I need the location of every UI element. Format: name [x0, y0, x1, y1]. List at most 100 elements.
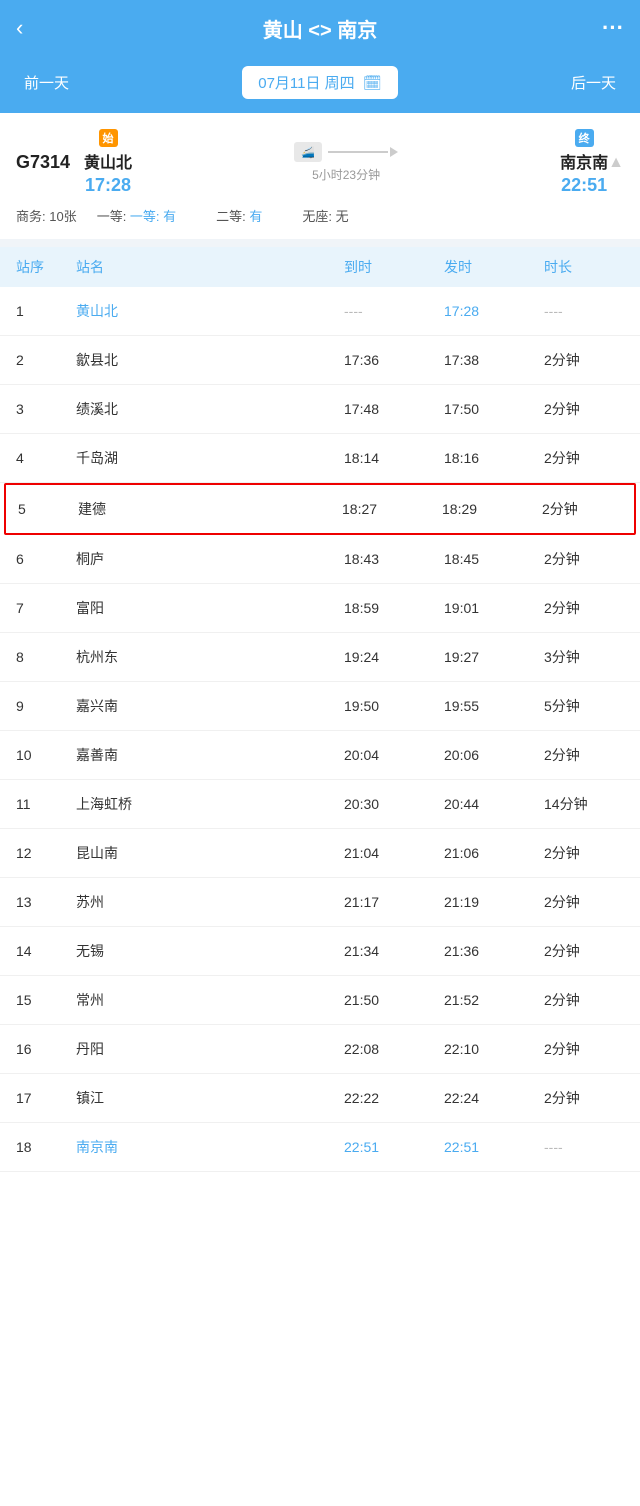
row-arrive: 17:48 — [344, 401, 444, 417]
row-seq: 17 — [16, 1090, 76, 1106]
row-arrive: 18:59 — [344, 600, 444, 616]
row-seq: 13 — [16, 894, 76, 910]
row-duration: 2分钟 — [544, 598, 624, 618]
row-duration: 2分钟 — [544, 448, 624, 468]
col-header-duration: 时长 — [544, 257, 624, 277]
train-icon: 🚄 — [294, 142, 322, 162]
table-row: 3 绩溪北 17:48 17:50 2分钟 — [0, 385, 640, 434]
table-row: 14 无锡 21:34 21:36 2分钟 — [0, 927, 640, 976]
row-duration: ---- — [544, 303, 624, 319]
prev-day-button[interactable]: 前一天 — [16, 68, 77, 97]
row-duration: ---- — [544, 1139, 624, 1155]
row-station-name: 昆山南 — [76, 843, 344, 863]
table-row: 15 常州 21:50 21:52 2分钟 — [0, 976, 640, 1025]
station-to: 终 南京南 22:51 — [560, 129, 608, 196]
row-station-name: 杭州东 — [76, 647, 344, 667]
row-seq: 8 — [16, 649, 76, 665]
table-header: 站序 站名 到时 发时 时长 — [0, 247, 640, 287]
row-seq: 11 — [16, 796, 76, 812]
row-depart: 22:24 — [444, 1090, 544, 1106]
table-row: 2 歙县北 17:36 17:38 2分钟 — [0, 336, 640, 385]
row-arrive: 19:24 — [344, 649, 444, 665]
row-depart: 19:01 — [444, 600, 544, 616]
date-navigation: 前一天 07月11日 周四 🗓 后一天 — [0, 56, 640, 113]
table-row: 5 建德 18:27 18:29 2分钟 — [4, 483, 636, 535]
row-arrive: 21:34 — [344, 943, 444, 959]
row-seq: 7 — [16, 600, 76, 616]
row-arrive: 19:50 — [344, 698, 444, 714]
calendar-icon: 🗓 — [363, 74, 382, 92]
row-seq: 16 — [16, 1041, 76, 1057]
more-button[interactable]: ··· — [584, 15, 624, 41]
train-header: G7314 始 黄山北 17:28 🚄 5小时23分钟 终 南京南 22:51 … — [16, 129, 624, 196]
row-arrive: ---- — [344, 303, 444, 319]
row-duration: 2分钟 — [542, 499, 622, 519]
row-seq: 2 — [16, 352, 76, 368]
row-station-name: 苏州 — [76, 892, 344, 912]
row-station-name: 镇江 — [76, 1088, 344, 1108]
table-row: 1 黄山北 ---- 17:28 ---- — [0, 287, 640, 336]
table-row: 7 富阳 18:59 19:01 2分钟 — [0, 584, 640, 633]
row-depart: 18:29 — [442, 501, 542, 517]
row-station-name: 黄山北 — [76, 301, 344, 321]
row-arrive: 18:27 — [342, 501, 442, 517]
row-seq: 4 — [16, 450, 76, 466]
row-depart: 18:45 — [444, 551, 544, 567]
row-seq: 1 — [16, 303, 76, 319]
row-arrive: 20:30 — [344, 796, 444, 812]
collapse-icon[interactable]: ▲ — [608, 154, 624, 172]
row-arrive: 22:22 — [344, 1090, 444, 1106]
row-station-name: 富阳 — [76, 598, 344, 618]
row-station-name: 千岛湖 — [76, 448, 344, 468]
row-seq: 9 — [16, 698, 76, 714]
row-depart: 21:52 — [444, 992, 544, 1008]
from-tag: 始 — [99, 129, 118, 147]
table-row: 13 苏州 21:17 21:19 2分钟 — [0, 878, 640, 927]
table-row: 18 南京南 22:51 22:51 ---- — [0, 1123, 640, 1172]
table-row: 17 镇江 22:22 22:24 2分钟 — [0, 1074, 640, 1123]
row-depart: 17:28 — [444, 303, 544, 319]
duration-text: 5小时23分钟 — [312, 166, 380, 183]
row-depart: 17:38 — [444, 352, 544, 368]
train-card: G7314 始 黄山北 17:28 🚄 5小时23分钟 终 南京南 22:51 … — [0, 113, 640, 247]
row-depart: 19:27 — [444, 649, 544, 665]
back-button[interactable]: ‹ — [16, 15, 56, 41]
row-depart: 21:06 — [444, 845, 544, 861]
row-arrive: 17:36 — [344, 352, 444, 368]
app-header: ‹ 黄山 <> 南京 ··· — [0, 0, 640, 56]
row-depart: 21:36 — [444, 943, 544, 959]
to-station-time: 22:51 — [561, 175, 607, 196]
row-seq: 10 — [16, 747, 76, 763]
row-arrive: 18:43 — [344, 551, 444, 567]
table-row: 4 千岛湖 18:14 18:16 2分钟 — [0, 434, 640, 483]
row-duration: 5分钟 — [544, 696, 624, 716]
row-seq: 12 — [16, 845, 76, 861]
from-station-name: 黄山北 — [84, 149, 132, 173]
from-station-time: 17:28 — [85, 175, 131, 196]
row-duration: 2分钟 — [544, 399, 624, 419]
to-tag: 终 — [575, 129, 594, 147]
row-station-name: 建德 — [78, 499, 342, 519]
table-row: 6 桐庐 18:43 18:45 2分钟 — [0, 535, 640, 584]
table-row: 11 上海虹桥 20:30 20:44 14分钟 — [0, 780, 640, 829]
row-duration: 14分钟 — [544, 794, 624, 814]
row-seq: 14 — [16, 943, 76, 959]
row-duration: 2分钟 — [544, 745, 624, 765]
train-number: G7314 — [16, 152, 70, 173]
row-duration: 2分钟 — [544, 1088, 624, 1108]
row-duration: 2分钟 — [544, 350, 624, 370]
row-arrive: 21:17 — [344, 894, 444, 910]
row-duration: 2分钟 — [544, 892, 624, 912]
row-station-name: 上海虹桥 — [76, 794, 344, 814]
first-seat: 一等: 一等: 有 — [97, 206, 196, 225]
date-picker[interactable]: 07月11日 周四 🗓 — [242, 66, 397, 99]
train-middle: 🚄 5小时23分钟 — [132, 142, 560, 183]
next-day-button[interactable]: 后一天 — [563, 68, 624, 97]
row-station-name: 南京南 — [76, 1137, 344, 1157]
seat-info: 商务: 10张 一等: 一等: 有 二等: 有 无座: 无 — [16, 206, 624, 229]
table-row: 12 昆山南 21:04 21:06 2分钟 — [0, 829, 640, 878]
col-header-name: 站名 — [76, 257, 344, 277]
row-depart: 21:19 — [444, 894, 544, 910]
arrow-line — [328, 147, 398, 157]
col-header-arrive: 到时 — [344, 257, 444, 277]
